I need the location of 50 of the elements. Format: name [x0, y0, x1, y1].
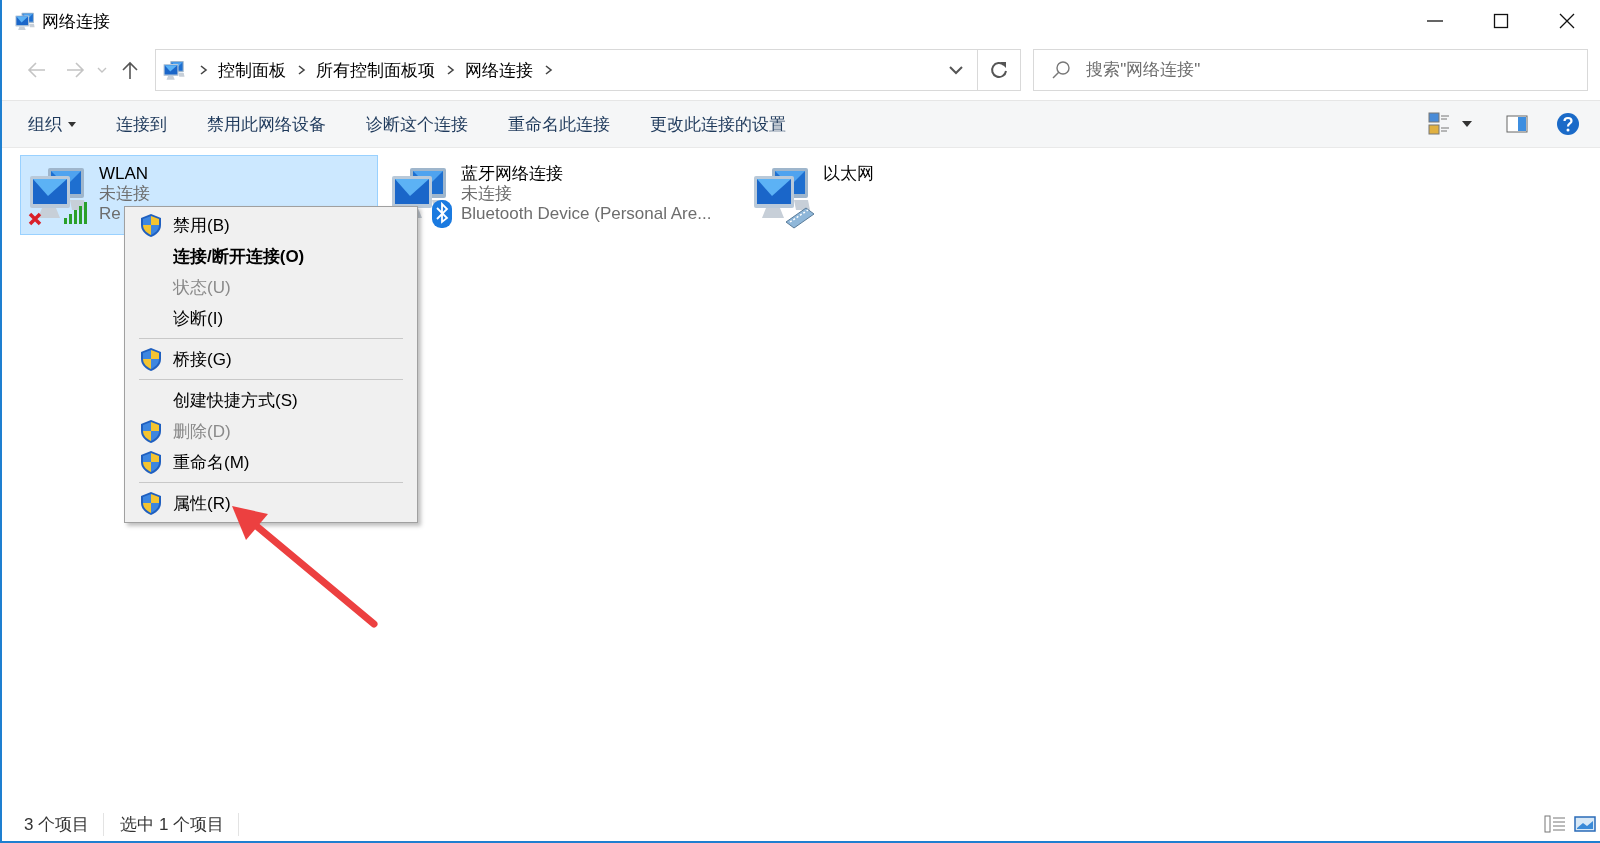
large-icons-view-icon	[1574, 815, 1596, 833]
address-bar[interactable]: 控制面板 所有控制面板项 网络连接	[155, 49, 1022, 91]
search-field[interactable]: 搜索"网络连接"	[1033, 49, 1588, 91]
device-name: Re	[99, 204, 122, 224]
toolbar-button[interactable]: 更改此连接的设置	[636, 104, 800, 144]
refresh-icon	[989, 60, 1010, 80]
toolbar-button[interactable]: 诊断这个连接	[352, 104, 482, 144]
shield-icon	[139, 450, 163, 475]
forward-icon	[64, 60, 85, 80]
breadcrumb[interactable]: 网络连接	[461, 58, 538, 82]
menu-item[interactable]: 连接/断开连接(O)	[127, 241, 415, 272]
network-icon	[162, 59, 187, 81]
toolbar-button[interactable]: 禁用此网络设备	[193, 104, 340, 144]
menu-item[interactable]: 桥接(G)	[127, 344, 415, 375]
toolbar-button[interactable]: 重命名此连接	[494, 104, 624, 144]
connection-status: 未连接	[99, 184, 150, 204]
details-view-icon	[1544, 815, 1566, 833]
breadcrumb[interactable]: 控制面板	[214, 58, 291, 82]
shield-icon	[139, 347, 163, 372]
item-count: 3 个项目	[24, 812, 105, 836]
shield-icon	[139, 419, 163, 444]
menu-item[interactable]: 诊断(I)	[127, 303, 415, 334]
menu-item[interactable]: 重命名(M)	[127, 447, 415, 478]
view-options-icon	[1462, 121, 1472, 127]
minimize-icon	[1427, 20, 1443, 22]
maximize-icon	[1492, 12, 1510, 30]
recent-locations-icon	[97, 65, 108, 75]
selection-count: 选中 1 个项目	[120, 812, 240, 836]
connection-name: 以太网	[823, 164, 874, 184]
back-icon	[26, 60, 47, 80]
toolbar-button[interactable]: 连接到	[102, 104, 181, 144]
network-icon	[14, 11, 36, 31]
window-title: 网络连接	[42, 10, 110, 33]
change-view-icon	[1428, 112, 1450, 136]
preview-pane-icon	[1506, 115, 1528, 133]
search-icon	[1051, 60, 1072, 80]
caret-icon	[68, 121, 76, 127]
chevron-down-icon	[948, 65, 963, 75]
shield-icon	[139, 213, 163, 238]
shield-icon	[139, 491, 163, 516]
connection-item[interactable]: 以太网	[744, 155, 1102, 235]
toolbar-button[interactable]: 组织	[14, 104, 90, 144]
device-name: Bluetooth Device (Personal Are...	[461, 204, 712, 224]
breadcrumb[interactable]: 所有控制面板项	[312, 58, 440, 82]
connection-status: 未连接	[461, 184, 513, 204]
close-icon	[1558, 12, 1576, 30]
connection-name: WLAN	[99, 164, 150, 184]
connection-name: 蓝牙网络连接	[461, 164, 564, 184]
menu-item[interactable]: 创建快捷方式(S)	[127, 385, 415, 416]
help-icon	[1556, 112, 1580, 136]
